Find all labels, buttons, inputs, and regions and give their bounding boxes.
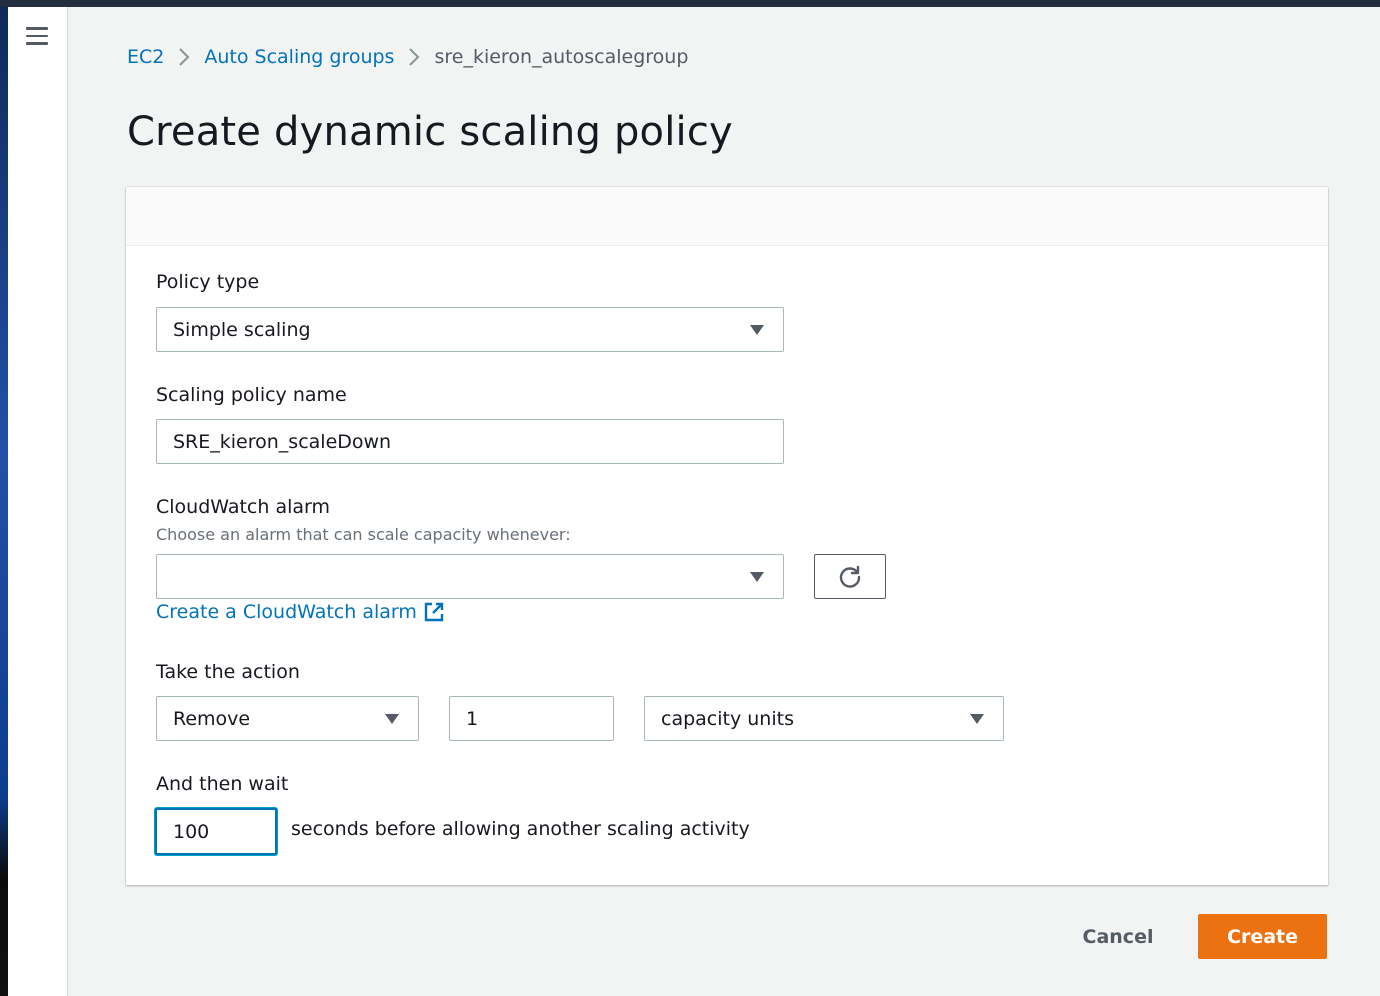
desktop-background (0, 7, 8, 996)
action-unit-select[interactable]: capacity units (644, 696, 1004, 741)
chevron-right-icon (397, 45, 431, 69)
policy-name-label: Scaling policy name (156, 384, 347, 406)
action-amount-value: 1 (466, 707, 479, 730)
action-operation-value: Remove (173, 707, 251, 730)
cloudwatch-alarm-label: CloudWatch alarm (156, 496, 331, 518)
page-title: Create dynamic scaling policy (127, 109, 733, 155)
cloudwatch-alarm-select[interactable] (156, 554, 784, 599)
cancel-button[interactable]: Cancel (1069, 915, 1167, 959)
main-content: EC2 Auto Scaling groups sre_kieron_autos… (69, 7, 1380, 996)
wait-seconds-input[interactable]: 100 (155, 808, 277, 855)
chevron-right-icon (167, 45, 201, 69)
refresh-alarms-button[interactable] (814, 554, 886, 599)
cloudwatch-alarm-description: Choose an alarm that can scale capacity … (156, 525, 571, 544)
policy-type-select[interactable]: Simple scaling (156, 307, 784, 352)
policy-name-value: SRE_kieron_scaleDown (173, 430, 392, 453)
action-operation-select[interactable]: Remove (156, 696, 419, 741)
caret-down-icon (970, 713, 984, 724)
create-button[interactable]: Create (1198, 914, 1327, 959)
side-navigation (8, 7, 68, 996)
top-bar (0, 0, 1380, 7)
policy-type-label: Policy type (156, 271, 260, 293)
caret-down-icon (750, 571, 764, 582)
breadcrumb: EC2 Auto Scaling groups sre_kieron_autos… (127, 45, 688, 69)
create-cloudwatch-alarm-label: Create a CloudWatch alarm (156, 601, 417, 623)
breadcrumb-auto-scaling-groups[interactable]: Auto Scaling groups (204, 46, 394, 68)
create-cloudwatch-alarm-link[interactable]: Create a CloudWatch alarm (156, 601, 445, 623)
policy-type-value: Simple scaling (173, 318, 311, 341)
wait-seconds-value: 100 (173, 820, 210, 843)
policy-form-panel: Policy type Simple scaling Scaling polic… (126, 187, 1328, 885)
refresh-icon (839, 565, 861, 588)
action-unit-value: capacity units (661, 707, 794, 730)
wait-label: And then wait (156, 773, 289, 795)
policy-name-input[interactable]: SRE_kieron_scaleDown (156, 419, 784, 464)
breadcrumb-current: sre_kieron_autoscalegroup (434, 46, 689, 68)
external-link-icon (424, 602, 444, 622)
panel-header (126, 187, 1328, 246)
menu-icon[interactable] (26, 27, 48, 47)
caret-down-icon (750, 324, 764, 335)
caret-down-icon (385, 713, 399, 724)
take-action-label: Take the action (156, 661, 300, 683)
action-amount-input[interactable]: 1 (449, 696, 614, 741)
wait-suffix-text: seconds before allowing another scaling … (291, 818, 750, 840)
breadcrumb-ec2[interactable]: EC2 (127, 46, 164, 68)
